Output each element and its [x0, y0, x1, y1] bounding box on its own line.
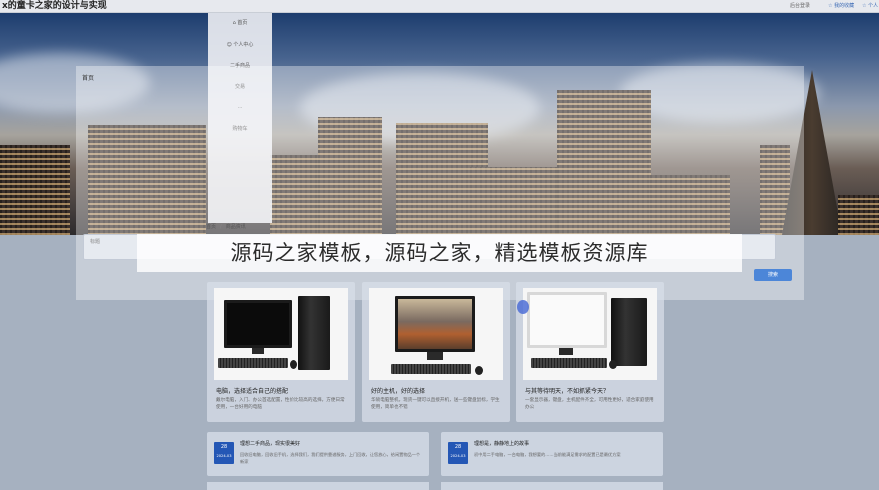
watermark-text: 源码之家模板，源码之家，精选模板资源库: [230, 241, 649, 265]
mouse-icon: [609, 360, 617, 369]
breadcrumb: 首页 / 商品资讯: [206, 224, 246, 230]
keyboard-icon: [218, 358, 288, 368]
date-year-month: 2024-03: [450, 454, 466, 458]
pc-tower-icon: [298, 296, 330, 370]
keyboard-icon: [391, 364, 471, 374]
mouse-icon: [290, 360, 297, 369]
nav-item-home[interactable]: ⌂ 首页: [208, 19, 272, 26]
date-day: 28: [220, 444, 228, 450]
cursor-pointer-icon: [517, 300, 529, 314]
product-desc: 华硕电脑整机，现货一键可以直接开机，送一些键盘鼠标，学生使用，简单也不错: [371, 398, 500, 410]
top-bar: x的童卡之家的设计与实现 后台登录 ☆ 我的收藏 ☆ 个人: [0, 0, 879, 13]
monitor-stand: [252, 348, 264, 354]
building: [0, 145, 70, 235]
article-desc: 初中用二手电脑，一台电脑，我想要的……当前能满足需求的配置已是最优方案: [474, 452, 621, 457]
article-title[interactable]: 理想是，静静地上的故事: [474, 440, 529, 447]
date-badge: 28 2024-03: [448, 442, 468, 464]
breadcrumb-home[interactable]: 首页: [206, 224, 216, 230]
favorites-link[interactable]: ☆ 我的收藏: [828, 0, 854, 12]
product-desc: 一套显示器，键盘，主机配件齐全，可用性更好，适合家庭使用办公: [525, 398, 654, 410]
date-day: 28: [454, 444, 462, 450]
nav-item-profile[interactable]: ☺ 个人中心: [208, 41, 272, 48]
product-image: [369, 288, 503, 380]
admin-login-link[interactable]: 后台登录: [790, 0, 810, 12]
product-title[interactable]: 与其等待明天，不如抓紧今天？: [525, 386, 609, 395]
article-item[interactable]: 28 2024-03 理想二手商品，现实很美好 回收旧电脑，回收旧手机，选择我们…: [207, 432, 429, 476]
user-center-link[interactable]: ☆ 个人: [862, 0, 878, 12]
product-desc: 戴尔电脑，入门、办公首选配置，性价比较高的选择，方便日常使用，一台好用的电脑: [216, 398, 345, 410]
monitor-icon: [527, 292, 607, 348]
product-card[interactable]: 与其等待明天，不如抓紧今天？ 一套显示器，键盘，主机配件齐全，可用性更好，适合家…: [516, 282, 664, 422]
product-title[interactable]: 好的主机，好的选择: [371, 386, 425, 395]
article-item[interactable]: [441, 482, 663, 490]
dialog-title: 首页: [82, 75, 95, 82]
monitor-icon: [395, 296, 475, 352]
keyboard-icon: [531, 358, 607, 368]
product-image: [523, 288, 657, 380]
breadcrumb-current: 商品资讯: [225, 224, 246, 230]
date-badge: 28 2024-03: [214, 442, 234, 464]
monitor-icon: [224, 300, 292, 348]
product-card[interactable]: 电脑，选择适合自己的搭配 戴尔电脑，入门、办公首选配置，性价比较高的选择，方便日…: [207, 282, 355, 422]
product-title[interactable]: 电脑，选择适合自己的搭配: [216, 386, 288, 395]
article-title[interactable]: 理想二手商品，现实很美好: [240, 440, 300, 447]
monitor-stand: [427, 352, 443, 360]
article-desc: 回收旧电脑，回收旧手机，选择我们，我们提供靠谱服务，上门回收，让您放心，给闲置物…: [240, 452, 421, 464]
watermark-banner: 源码之家模板，源码之家，精选模板资源库: [137, 234, 742, 272]
article-item[interactable]: 28 2024-03 理想是，静静地上的故事 初中用二手电脑，一台电脑，我想要的…: [441, 432, 663, 476]
search-button[interactable]: 搜索: [754, 269, 792, 281]
building: [838, 195, 879, 235]
product-card[interactable]: 好的主机，好的选择 华硕电脑整机，现货一键可以直接开机，送一些键盘鼠标，学生使用…: [362, 282, 510, 422]
search-label: 标题: [90, 239, 101, 245]
product-image: [214, 288, 348, 380]
pc-tower-icon: [611, 298, 647, 366]
site-title: x的童卡之家的设计与实现: [2, 1, 107, 11]
monitor-stand: [559, 348, 573, 355]
article-item[interactable]: [207, 482, 429, 490]
mouse-icon: [475, 366, 483, 375]
date-year-month: 2024-03: [216, 454, 232, 458]
